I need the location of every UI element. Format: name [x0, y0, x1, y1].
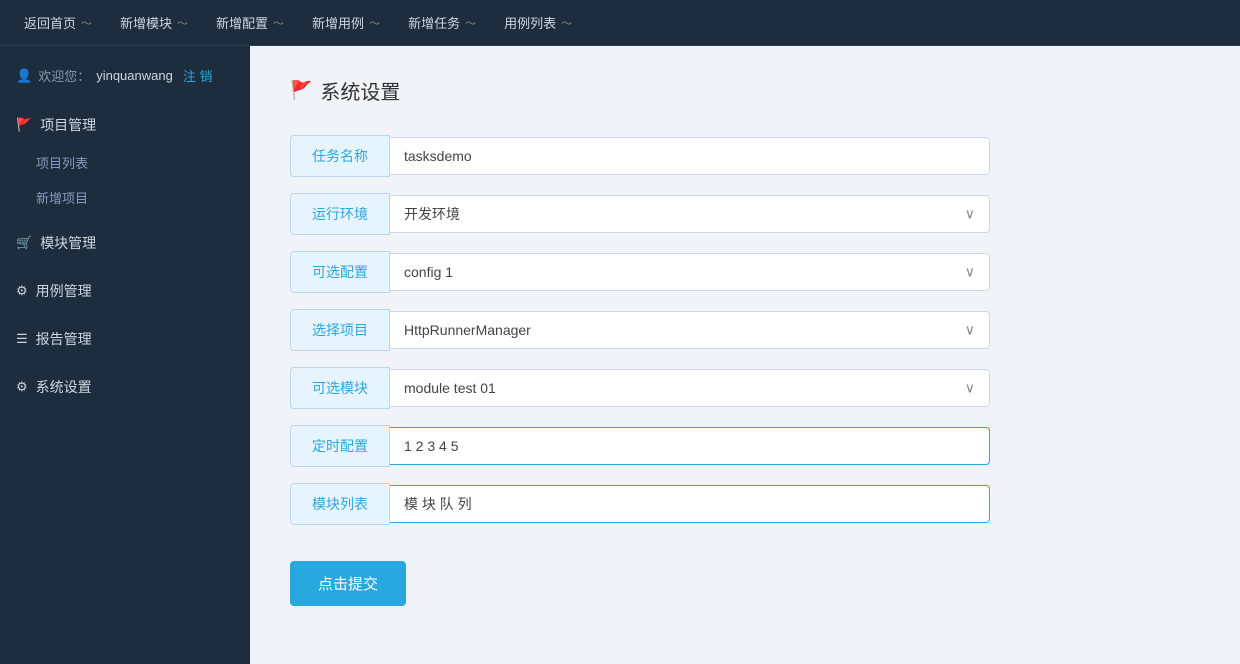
schedule-config-field[interactable] — [390, 427, 990, 465]
sidebar-section-report-management: ☰ 报告管理 — [0, 319, 250, 359]
sidebar-user: 👤 欢迎您： yinquanwang 注 销 — [0, 56, 250, 105]
section-icon-report-management: ☰ — [16, 331, 28, 347]
tilde-icon: ～ — [369, 15, 380, 31]
form-row-optional-module-field: 可选模块module test 01module test 02∨ — [290, 367, 990, 409]
form-label-select-project-field: 选择项目 — [290, 309, 390, 351]
section-label-report-management: 报告管理 — [36, 329, 92, 349]
section-icon-case-management: ⚙ — [16, 283, 28, 299]
tilde-icon: ～ — [177, 15, 188, 31]
sidebar-item-add-project[interactable]: 新增项目 — [0, 180, 250, 215]
form-row-module-list-field: 模块列表 — [290, 483, 990, 525]
section-icon-system-settings: ⚙ — [16, 379, 28, 395]
sidebar-section-title-project-management[interactable]: 🚩 项目管理 — [0, 105, 250, 145]
page-title: 系统设置 — [320, 76, 400, 105]
form-label-schedule-config-field: 定时配置 — [290, 425, 390, 467]
form-select-wrapper-run-env-field: 开发环境测试环境生产环境∨ — [390, 195, 990, 233]
tilde-icon: ～ — [81, 15, 92, 31]
add-task-btn[interactable]: 新增任务 ～ — [394, 5, 490, 40]
username-text: yinquanwang — [96, 68, 173, 83]
sidebar-section-title-report-management[interactable]: ☰ 报告管理 — [0, 319, 250, 359]
case-list-btn[interactable]: 用例列表 ～ — [490, 5, 586, 40]
section-icon-project-management: 🚩 — [16, 117, 32, 133]
module-list-field[interactable] — [390, 485, 990, 523]
form-row-run-env-field: 运行环境开发环境测试环境生产环境∨ — [290, 193, 990, 235]
optional-module-field[interactable]: module test 01module test 02 — [390, 370, 989, 406]
welcome-text: 欢迎您： — [38, 66, 90, 85]
section-icon-module-management: 🛒 — [16, 235, 32, 251]
submit-button[interactable]: 点击提交 — [290, 561, 406, 606]
sidebar-section-system-settings: ⚙ 系统设置 — [0, 367, 250, 407]
task-name-field[interactable] — [390, 137, 990, 175]
section-label-module-management: 模块管理 — [40, 233, 96, 253]
form-label-task-name-field: 任务名称 — [290, 135, 390, 177]
nav-label: 返回首页 — [24, 13, 76, 32]
form-label-module-list-field: 模块列表 — [290, 483, 390, 525]
form-row-optional-config-field: 可选配置config 1config 2config 3∨ — [290, 251, 990, 293]
form-label-optional-module-field: 可选模块 — [290, 367, 390, 409]
sidebar-section-title-module-management[interactable]: 🛒 模块管理 — [0, 223, 250, 263]
nav-label: 用例列表 — [504, 13, 556, 32]
sidebar-section-module-management: 🛒 模块管理 — [0, 223, 250, 263]
tilde-icon: ～ — [465, 15, 476, 31]
nav-label: 新增模块 — [120, 13, 172, 32]
sidebar: 👤 欢迎您： yinquanwang 注 销 🚩 项目管理项目列表新增项目 🛒 模块管… — [0, 46, 250, 664]
run-env-field[interactable]: 开发环境测试环境生产环境 — [390, 196, 989, 232]
tilde-icon: ～ — [273, 15, 284, 31]
sidebar-section-title-system-settings[interactable]: ⚙ 系统设置 — [0, 367, 250, 407]
page-title-container: 🚩 系统设置 — [290, 76, 1200, 105]
tilde-icon: ～ — [561, 15, 572, 31]
form-row-select-project-field: 选择项目HttpRunnerManager∨ — [290, 309, 990, 351]
form-container: 任务名称运行环境开发环境测试环境生产环境∨可选配置config 1config … — [290, 135, 990, 606]
logout-button[interactable]: 注 销 — [183, 66, 213, 85]
flag-icon: 🚩 — [290, 80, 312, 101]
form-select-wrapper-optional-module-field: module test 01module test 02∨ — [390, 369, 990, 407]
section-label-system-settings: 系统设置 — [36, 377, 92, 397]
main-layout: 👤 欢迎您： yinquanwang 注 销 🚩 项目管理项目列表新增项目 🛒 模块管… — [0, 46, 1240, 664]
form-select-wrapper-optional-config-field: config 1config 2config 3∨ — [390, 253, 990, 291]
nav-label: 新增用例 — [312, 13, 364, 32]
sidebar-section-project-management: 🚩 项目管理项目列表新增项目 — [0, 105, 250, 215]
optional-config-field[interactable]: config 1config 2config 3 — [390, 254, 989, 290]
sidebar-item-project-list[interactable]: 项目列表 — [0, 145, 250, 180]
form-row-schedule-config-field: 定时配置 — [290, 425, 990, 467]
top-nav: 返回首页 ～ 新增模块 ～ 新增配置 ～ 新增用例 ～ 新增任务 ～ 用例列表 ～ — [0, 0, 1240, 46]
person-icon: 👤 — [16, 68, 32, 84]
form-row-task-name-field: 任务名称 — [290, 135, 990, 177]
sidebar-section-title-case-management[interactable]: ⚙ 用例管理 — [0, 271, 250, 311]
form-select-wrapper-select-project-field: HttpRunnerManager∨ — [390, 311, 990, 349]
form-label-run-env-field: 运行环境 — [290, 193, 390, 235]
home-btn[interactable]: 返回首页 ～ — [10, 5, 106, 40]
section-label-case-management: 用例管理 — [36, 281, 92, 301]
select-project-field[interactable]: HttpRunnerManager — [390, 312, 989, 348]
nav-label: 新增任务 — [408, 13, 460, 32]
sidebar-section-case-management: ⚙ 用例管理 — [0, 271, 250, 311]
form-label-optional-config-field: 可选配置 — [290, 251, 390, 293]
add-case-btn[interactable]: 新增用例 ～ — [298, 5, 394, 40]
nav-label: 新增配置 — [216, 13, 268, 32]
add-config-btn[interactable]: 新增配置 ～ — [202, 5, 298, 40]
section-label-project-management: 项目管理 — [40, 115, 96, 135]
content-area: 🚩 系统设置 任务名称运行环境开发环境测试环境生产环境∨可选配置config 1… — [250, 46, 1240, 664]
add-module-btn[interactable]: 新增模块 ～ — [106, 5, 202, 40]
